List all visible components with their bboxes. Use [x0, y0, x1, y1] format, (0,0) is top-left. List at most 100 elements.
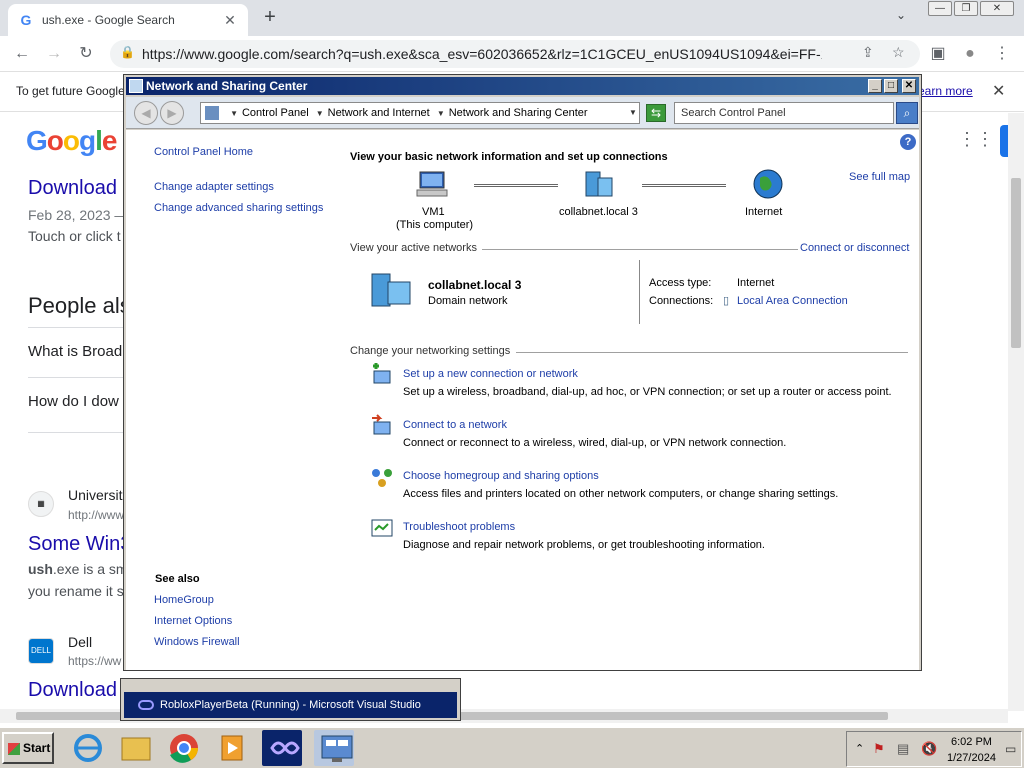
homegroup-link[interactable]: HomeGroup: [154, 594, 214, 606]
maximize-button[interactable]: □: [884, 79, 898, 93]
task-link-troubleshoot[interactable]: Troubleshoot problems: [403, 521, 515, 533]
search-icon[interactable]: ⌕: [896, 102, 918, 124]
site-favicon-icon: ▦: [28, 491, 54, 517]
domain-network-icon: [371, 273, 411, 307]
browser-toolbar: ← → ↻ 🔒 https://www.google.com/search?q=…: [0, 36, 1024, 72]
bookmark-star-icon[interactable]: ☆: [892, 44, 905, 61]
minimize-button[interactable]: —: [928, 1, 952, 16]
internet-options-link[interactable]: Internet Options: [154, 615, 232, 627]
access-type-value: Internet: [737, 277, 775, 289]
active-network-name: collabnet.local 3: [428, 278, 522, 292]
visual-studio-icon[interactable]: [262, 730, 302, 766]
menu-kebab-icon[interactable]: ⋮: [990, 42, 1014, 66]
lock-icon: 🔒: [120, 45, 135, 59]
media-player-icon[interactable]: [212, 730, 252, 766]
breadcrumb[interactable]: ▼ Control Panel ▼ Network and Internet ▼ Ne…: [200, 102, 640, 124]
breadcrumb-item[interactable]: Network and Internet: [328, 107, 430, 119]
clock-time[interactable]: 6:02 PM: [951, 736, 992, 748]
browser-tab-active[interactable]: G ush.exe - Google Search ✕: [8, 4, 248, 36]
source-url[interactable]: http://www: [68, 508, 124, 522]
address-bar[interactable]: 🔒 https://www.google.com/search?q=ush.ex…: [110, 40, 920, 68]
computer-name: VM1: [422, 206, 445, 218]
close-window-button[interactable]: ✕: [980, 1, 1014, 16]
share-icon[interactable]: ⇪: [862, 44, 874, 61]
question-item[interactable]: What is Broad: [28, 343, 122, 360]
change-advanced-sharing-link[interactable]: Change advanced sharing settings: [154, 202, 323, 214]
clock-date[interactable]: 1/27/2024: [947, 752, 996, 764]
action-center-flag-icon[interactable]: ⚑: [873, 741, 885, 757]
browser-tabstrip: G ush.exe - Google Search ✕ + ⌄ — ❐ ✕: [0, 0, 1024, 36]
window-title: Network and Sharing Center: [146, 79, 308, 93]
forward-arrow-icon[interactable]: ▶: [160, 101, 184, 125]
control-panel-home-link[interactable]: Control Panel Home: [154, 146, 253, 158]
change-adapter-settings-link[interactable]: Change adapter settings: [154, 181, 274, 193]
result-title[interactable]: Download: [28, 679, 117, 702]
task-link-setup-connection[interactable]: Set up a new connection or network: [403, 368, 578, 380]
network-sharing-center-window: Network and Sharing Center _ □ ✕ ◀ ▶ ▼ Co…: [123, 74, 922, 671]
windows-firewall-link[interactable]: Windows Firewall: [154, 636, 240, 648]
back-arrow-icon[interactable]: ◀: [134, 101, 158, 125]
side-panel-icon[interactable]: ▣: [926, 42, 950, 66]
chrome-icon[interactable]: [164, 730, 204, 766]
window-titlebar[interactable]: Network and Sharing Center _ □ ✕: [126, 77, 919, 95]
forward-arrow-icon[interactable]: →: [42, 42, 66, 66]
internet-explorer-icon[interactable]: [68, 730, 108, 766]
visual-studio-icon: [138, 700, 154, 710]
help-icon[interactable]: ?: [900, 134, 916, 150]
source-name[interactable]: Dell: [68, 634, 92, 650]
show-desktop-icon[interactable]: ▭: [1005, 742, 1016, 756]
restore-button[interactable]: ❐: [954, 1, 978, 16]
question-item[interactable]: How do I dow: [28, 393, 119, 410]
task-description: Diagnose and repair network problems, or…: [403, 539, 765, 551]
volume-muted-icon[interactable]: 🔇: [921, 741, 937, 757]
desktop-screen: G ush.exe - Google Search ✕ + ⌄ — ❐ ✕ ← …: [0, 0, 1024, 768]
source-name[interactable]: Universit: [68, 487, 122, 503]
task-link-homegroup[interactable]: Choose homegroup and sharing options: [403, 470, 599, 482]
see-full-map-link[interactable]: See full map: [849, 171, 910, 183]
result-snippet: you rename it s: [28, 583, 124, 599]
google-logo[interactable]: Google: [26, 125, 117, 157]
network-center-taskbar-icon[interactable]: [314, 730, 354, 766]
computer-sub: (This computer): [396, 219, 474, 231]
taskbar-window-popup[interactable]: RobloxPlayerBeta (Running) - Microsoft V…: [120, 678, 461, 721]
tab-search-chevron-icon[interactable]: ⌄: [896, 8, 906, 22]
file-explorer-icon[interactable]: [116, 730, 156, 766]
back-arrow-icon[interactable]: ←: [10, 42, 34, 66]
google-favicon-icon: G: [20, 12, 32, 28]
result-title[interactable]: Some Win3: [28, 533, 131, 556]
new-tab-button[interactable]: +: [258, 6, 282, 30]
dell-logo-icon: DELL: [28, 638, 54, 664]
refresh-icon[interactable]: ⇆: [646, 104, 666, 122]
popup-item[interactable]: RobloxPlayerBeta (Running) - Microsoft V…: [124, 692, 457, 718]
info-bar-text: To get future Google: [16, 84, 125, 98]
taskbar: Start ⌃ ⚑ ▤ 🔇 6:02 PM 1/27/2024 ▭: [0, 727, 1024, 768]
divider: [516, 352, 908, 353]
local-area-connection-link[interactable]: Local Area Connection: [737, 295, 848, 307]
connect-network-icon: [372, 414, 391, 435]
reload-icon[interactable]: ↻: [74, 42, 98, 66]
profile-avatar-icon[interactable]: ●: [958, 42, 982, 66]
info-bar-close-icon[interactable]: ✕: [992, 81, 1005, 101]
change-settings-label: Change your networking settings: [350, 345, 511, 357]
breadcrumb-item[interactable]: Control Panel: [242, 107, 309, 119]
network-tray-icon[interactable]: ▤: [897, 741, 909, 757]
page-vertical-scrollbar[interactable]: [1008, 113, 1024, 711]
breadcrumb-item[interactable]: Network and Sharing Center: [449, 107, 588, 119]
tab-close-icon[interactable]: ✕: [222, 12, 238, 29]
nsc-content: Control Panel Home Change adapter settin…: [126, 130, 919, 670]
scrollbar-thumb[interactable]: [1011, 178, 1021, 348]
task-link-connect-network[interactable]: Connect to a network: [403, 419, 507, 431]
search-input[interactable]: Search Control Panel: [674, 102, 894, 124]
people-also-ask-heading: People als: [28, 293, 131, 318]
learn-more-link[interactable]: earn more: [918, 84, 973, 98]
show-hidden-icons-chevron-icon[interactable]: ⌃: [855, 742, 864, 755]
task-description: Set up a wireless, broadband, dial-up, a…: [403, 386, 892, 398]
connect-disconnect-link[interactable]: Connect or disconnect: [800, 242, 909, 254]
close-button[interactable]: ✕: [902, 79, 916, 93]
result-snippet: Touch or click t: [28, 228, 121, 244]
source-url[interactable]: https://ww: [68, 654, 121, 668]
homegroup-icon: [372, 469, 392, 487]
result-title[interactable]: Download: [28, 177, 117, 200]
minimize-button[interactable]: _: [868, 79, 882, 93]
start-button[interactable]: Start: [2, 732, 54, 764]
